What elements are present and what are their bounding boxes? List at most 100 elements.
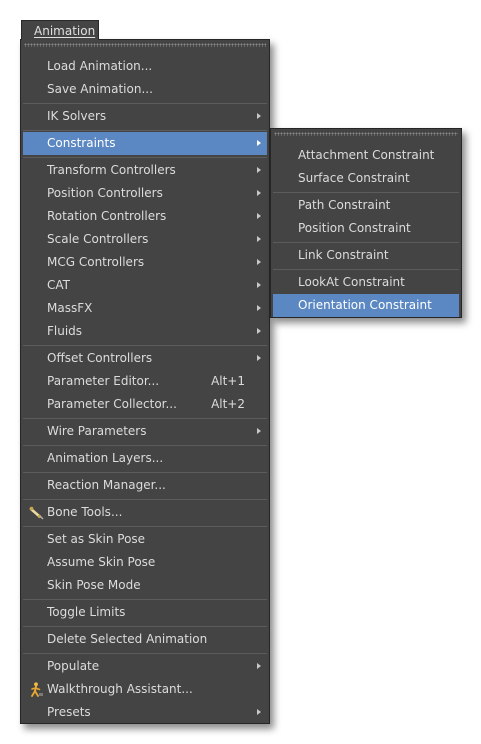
chevron-right-icon bbox=[257, 428, 261, 434]
menu-item-label: MassFX bbox=[47, 301, 93, 315]
menu-grip[interactable] bbox=[24, 43, 266, 47]
menu-item-assume-skin-pose[interactable]: Assume Skin Pose bbox=[23, 551, 267, 574]
menu-item-transform-controllers[interactable]: Transform Controllers bbox=[23, 159, 267, 182]
menu-item-reaction-manager[interactable]: Reaction Manager... bbox=[23, 474, 267, 497]
menu-item-offset-controllers[interactable]: Offset Controllers bbox=[23, 347, 267, 370]
menu-item-position-controllers[interactable]: Position Controllers bbox=[23, 182, 267, 205]
walkthrough-figure-icon bbox=[29, 682, 44, 697]
submenu-item-label: Link Constraint bbox=[298, 248, 389, 262]
menu-item-label: Reaction Manager... bbox=[47, 478, 166, 492]
menu-item-bone-tools[interactable]: Bone Tools... bbox=[23, 501, 267, 524]
submenu-item-label: Surface Constraint bbox=[298, 171, 410, 185]
menu-item-toggle-limits[interactable]: Toggle Limits bbox=[23, 601, 267, 624]
submenu-item-path-constraint[interactable]: Path Constraint bbox=[273, 194, 459, 217]
submenu-item-attachment-constraint[interactable]: Attachment Constraint bbox=[273, 144, 459, 167]
menu-item-parameter-editor[interactable]: Parameter Editor... Alt+1 bbox=[23, 370, 267, 393]
chevron-right-icon bbox=[257, 190, 261, 196]
menu-item-label: Rotation Controllers bbox=[47, 209, 167, 223]
chevron-right-icon bbox=[257, 259, 261, 265]
separator bbox=[23, 499, 267, 500]
chevron-right-icon bbox=[257, 709, 261, 715]
shortcut-label: Alt+1 bbox=[211, 374, 245, 388]
submenu-item-label: LookAt Constraint bbox=[298, 275, 405, 289]
menu-item-ik-solvers[interactable]: IK Solvers bbox=[23, 105, 267, 128]
menu-item-label: Parameter Collector... bbox=[47, 397, 177, 411]
menu-item-delete-selected-animation[interactable]: Delete Selected Animation bbox=[23, 628, 267, 651]
menu-item-label: Bone Tools... bbox=[47, 505, 123, 519]
menu-item-label: Fluids bbox=[47, 324, 83, 338]
menu-item-cat[interactable]: CAT bbox=[23, 274, 267, 297]
submenu-item-link-constraint[interactable]: Link Constraint bbox=[273, 244, 459, 267]
menu-item-label: Assume Skin Pose bbox=[47, 555, 156, 569]
menu-grip[interactable] bbox=[274, 132, 458, 136]
menu-item-walkthrough-assistant[interactable]: Walkthrough Assistant... bbox=[23, 678, 267, 701]
menu-item-set-as-skin-pose[interactable]: Set as Skin Pose bbox=[23, 528, 267, 551]
menu-item-animation-layers[interactable]: Animation Layers... bbox=[23, 447, 267, 470]
menu-item-label: CAT bbox=[47, 278, 70, 292]
menu-item-constraints[interactable]: Constraints bbox=[23, 132, 267, 155]
menu-item-presets[interactable]: Presets bbox=[23, 701, 267, 724]
chevron-right-icon bbox=[257, 167, 261, 173]
menu-item-label: Scale Controllers bbox=[47, 232, 149, 246]
animation-menu-title: Animation bbox=[34, 24, 96, 38]
menu-item-save-animation[interactable]: Save Animation... bbox=[23, 78, 267, 101]
submenu-item-label: Orientation Constraint bbox=[298, 298, 432, 312]
separator bbox=[273, 192, 459, 193]
menu-item-label: Constraints bbox=[47, 136, 116, 150]
menu-item-label: Offset Controllers bbox=[47, 351, 153, 365]
separator bbox=[23, 418, 267, 419]
submenu-item-label: Attachment Constraint bbox=[298, 148, 435, 162]
submenu-item-surface-constraint[interactable]: Surface Constraint bbox=[273, 167, 459, 190]
menu-item-label: Toggle Limits bbox=[47, 605, 126, 619]
menu-item-label: Presets bbox=[47, 705, 91, 719]
chevron-right-icon bbox=[257, 140, 261, 146]
menu-item-parameter-collector[interactable]: Parameter Collector... Alt+2 bbox=[23, 393, 267, 416]
separator bbox=[23, 345, 267, 346]
separator bbox=[23, 445, 267, 446]
menu-item-fluids[interactable]: Fluids bbox=[23, 320, 267, 343]
menu-item-label: Position Controllers bbox=[47, 186, 163, 200]
menu-item-label: Set as Skin Pose bbox=[47, 532, 146, 546]
submenu-item-label: Position Constraint bbox=[298, 221, 411, 235]
chevron-right-icon bbox=[257, 328, 261, 334]
separator bbox=[273, 269, 459, 270]
menu-item-label: Skin Pose Mode bbox=[47, 578, 141, 592]
menu-item-label: IK Solvers bbox=[47, 109, 107, 123]
menu-item-label: Load Animation... bbox=[47, 59, 153, 73]
chevron-right-icon bbox=[257, 282, 261, 288]
menu-item-label: Save Animation... bbox=[47, 82, 153, 96]
menu-item-rotation-controllers[interactable]: Rotation Controllers bbox=[23, 205, 267, 228]
submenu-item-position-constraint[interactable]: Position Constraint bbox=[273, 217, 459, 240]
submenu-item-orientation-constraint[interactable]: Orientation Constraint bbox=[273, 294, 459, 317]
separator bbox=[23, 472, 267, 473]
menu-item-label: Walkthrough Assistant... bbox=[47, 682, 193, 696]
menu-item-label: Delete Selected Animation bbox=[47, 632, 208, 646]
separator bbox=[23, 130, 267, 131]
menu-item-mcg-controllers[interactable]: MCG Controllers bbox=[23, 251, 267, 274]
menu-item-label: Parameter Editor... bbox=[47, 374, 160, 388]
menu-item-label: Wire Parameters bbox=[47, 424, 147, 438]
menu-item-massfx[interactable]: MassFX bbox=[23, 297, 267, 320]
menu-item-load-animation[interactable]: Load Animation... bbox=[23, 55, 267, 78]
separator bbox=[23, 626, 267, 627]
menu-item-scale-controllers[interactable]: Scale Controllers bbox=[23, 228, 267, 251]
animation-menu-tab[interactable]: Animation bbox=[21, 20, 99, 42]
menu-item-wire-parameters[interactable]: Wire Parameters bbox=[23, 420, 267, 443]
menu-item-label: Populate bbox=[47, 659, 100, 673]
menu-item-populate[interactable]: Populate bbox=[23, 655, 267, 678]
shortcut-label: Alt+2 bbox=[211, 397, 245, 411]
separator bbox=[23, 526, 267, 527]
submenu-item-label: Path Constraint bbox=[298, 198, 391, 212]
chevron-right-icon bbox=[257, 663, 261, 669]
chevron-right-icon bbox=[257, 236, 261, 242]
menu-item-label: Animation Layers... bbox=[47, 451, 164, 465]
chevron-right-icon bbox=[257, 213, 261, 219]
separator bbox=[23, 653, 267, 654]
chevron-right-icon bbox=[257, 113, 261, 119]
chevron-right-icon bbox=[257, 355, 261, 361]
submenu-item-lookat-constraint[interactable]: LookAt Constraint bbox=[273, 271, 459, 294]
animation-menu: Load Animation... Save Animation... IK S… bbox=[20, 39, 270, 724]
separator bbox=[23, 103, 267, 104]
separator bbox=[23, 157, 267, 158]
menu-item-skin-pose-mode[interactable]: Skin Pose Mode bbox=[23, 574, 267, 597]
